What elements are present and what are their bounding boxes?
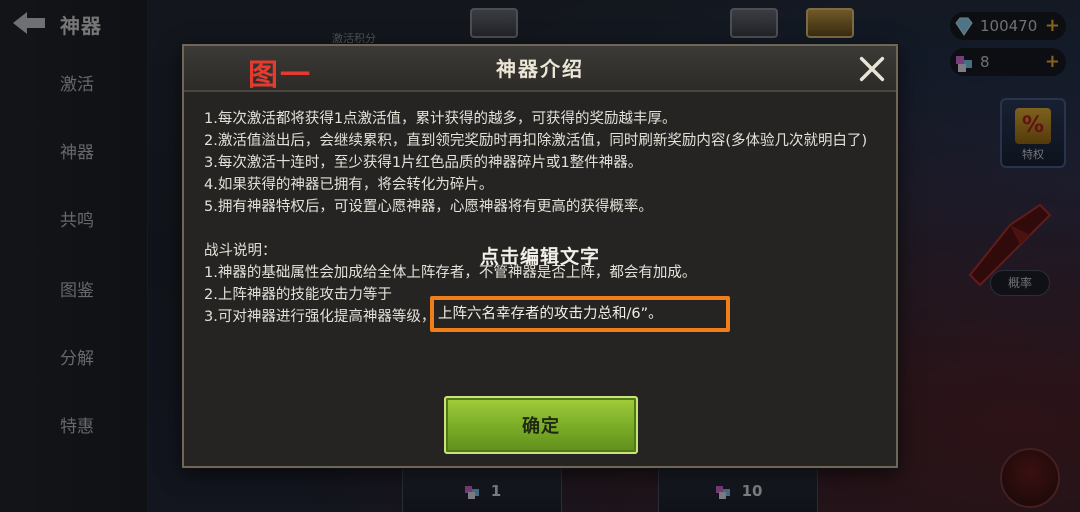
close-icon[interactable]	[856, 54, 888, 84]
highlighted-text-box: 上阵六名幸存者的攻击力总和/6”。	[430, 296, 730, 332]
rule-line-2: 2.激活值溢出后，会继续累积，直到领完奖励时再扣除激活值，同时刷新奖励内容(多体…	[204, 133, 868, 149]
rule-line-3: 3.每次激活十连时，至少获得1片红色品质的神器碎片或1整件神器。	[204, 155, 643, 171]
figure-label: 图一	[248, 58, 312, 93]
rule-line-5: 5.拥有神器特权后，可设置心愿神器，心愿神器将有更高的获得概率。	[204, 199, 653, 215]
dialog-content: 1.每次激活都将获得1点激活值，累计获得的越多，可获得的奖励越丰厚。 2.激活值…	[204, 108, 884, 328]
rule-line-4: 4.如果获得的神器已拥有，将会转化为碎片。	[204, 177, 494, 193]
confirm-button[interactable]: 确定	[444, 396, 638, 454]
edit-text-hint: 点击编辑文字	[479, 246, 600, 268]
rule-line-1: 1.每次激活都将获得1点激活值，累计获得的越多，可获得的奖励越丰厚。	[204, 111, 677, 127]
artifact-intro-dialog: 神器介绍 图一 1.每次激活都将获得1点激活值，累计获得的越多，可获得的奖励越丰…	[182, 44, 898, 468]
